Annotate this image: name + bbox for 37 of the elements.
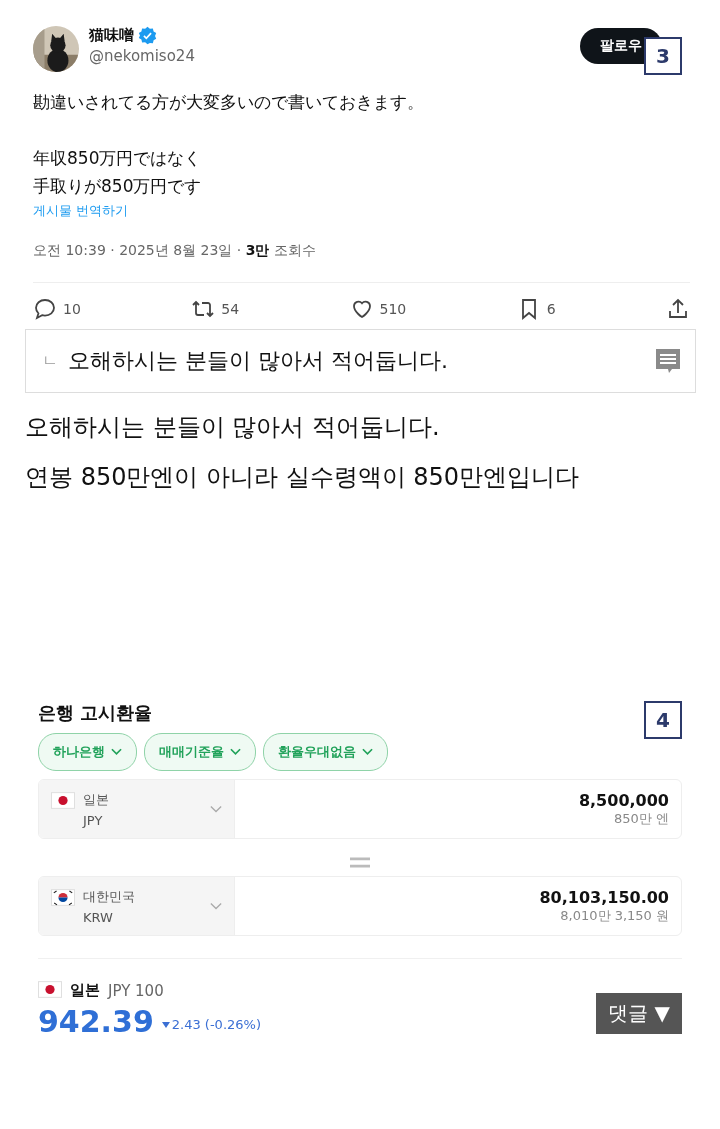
comment-icon[interactable] — [33, 297, 57, 321]
tweet-text: 年収850万円ではなく 手取りが850万円です — [33, 147, 203, 198]
amount-field[interactable]: 8,500,000 850만 엔 — [235, 780, 681, 838]
chevron-down-icon — [111, 748, 122, 756]
country-name: 일본 — [70, 981, 100, 1000]
action-count: 6 — [546, 301, 556, 317]
rate-change: 2.43 (-0.26%) — [171, 1017, 261, 1032]
image-number: 4 — [644, 701, 682, 739]
amount-field[interactable]: 80,103,150.00 8,010만 3,150 원 — [235, 877, 681, 935]
section-title: 은행 고시환율 — [38, 701, 153, 725]
exchange-rate: 942.39 — [38, 1004, 154, 1039]
quote-text: 오해하시는 분들이 많아서 적어둡니다. — [68, 347, 448, 375]
country-name: 일본 — [83, 790, 109, 809]
share-icon[interactable] — [666, 297, 690, 321]
equals-icon — [350, 857, 370, 868]
chevron-down-icon — [210, 902, 222, 910]
currency-code: KRW — [83, 909, 114, 925]
image-number: 3 — [644, 37, 682, 75]
post-paragraph: 연봉 850만엔이 아니라 실수령액이 850만엔입니다 — [25, 462, 581, 493]
chevron-down-icon — [210, 805, 222, 813]
comment-toggle-button[interactable]: 댓글 ▼ — [596, 993, 682, 1034]
user-name: 猫味噌 — [89, 26, 134, 45]
action-count: 510 — [379, 301, 407, 317]
currency-select[interactable]: 대한민국 KRW — [39, 877, 235, 935]
action-count: 54 — [221, 301, 240, 317]
chevron-down-icon — [362, 748, 373, 756]
currency-code: JPY — [83, 812, 104, 828]
currency-select[interactable]: 일본 JPY — [39, 780, 235, 838]
user-handle: @nekomiso24 — [89, 47, 195, 65]
reply-marker: ㄴ — [42, 350, 58, 372]
currency-unit: JPY 100 — [108, 981, 164, 1000]
tweet-text: 勘違いされてる方が大変多いので書いておきます。 — [33, 91, 425, 114]
chevron-down-icon — [230, 748, 241, 756]
tweet-timestamp: 오전 10:39 · 2025년 8월 23일 · 3만 조회수 — [33, 242, 317, 260]
country-name: 대한민국 — [83, 887, 135, 906]
action-count: 10 — [63, 301, 81, 317]
post-paragraph: 오해하시는 분들이 많아서 적어둡니다. — [25, 412, 441, 443]
